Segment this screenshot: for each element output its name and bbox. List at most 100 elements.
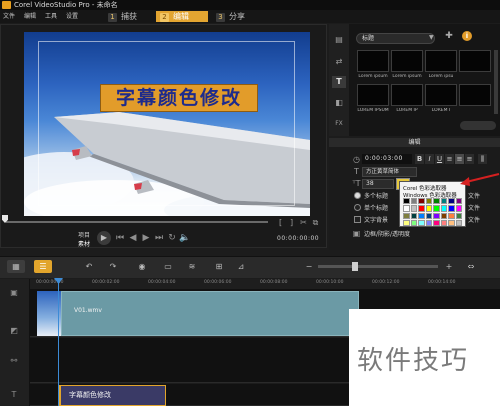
play-button[interactable]: ▶ <box>97 231 111 245</box>
color-swatch[interactable] <box>418 219 425 226</box>
menu-settings[interactable]: 设置 <box>66 10 78 23</box>
title-thumbnail[interactable] <box>391 50 423 72</box>
transition-tab-icon[interactable]: ⇄ <box>332 56 346 68</box>
title-clip[interactable]: 字幕颜色修改 <box>59 385 166 406</box>
playhead[interactable] <box>58 282 59 406</box>
duration-field[interactable]: 0:00:03:00 <box>362 154 412 164</box>
enlarge-preview-icon[interactable]: ⧉ <box>311 218 320 227</box>
text-background-checkbox[interactable] <box>354 216 361 223</box>
color-swatch[interactable] <box>410 205 417 212</box>
track-manager-icon[interactable]: ⊞ <box>210 260 228 273</box>
color-swatch[interactable] <box>440 212 447 219</box>
link-icon[interactable]: ⚯ <box>7 356 21 366</box>
bold-button[interactable]: B <box>415 154 424 164</box>
color-swatch[interactable] <box>433 205 440 212</box>
vertical-text-icon[interactable]: ⫼ <box>478 154 487 164</box>
color-swatch[interactable] <box>448 198 455 205</box>
color-swatch[interactable] <box>455 212 462 219</box>
align-left-icon[interactable]: ≡ <box>445 154 454 164</box>
split-clip-icon[interactable]: ✂ <box>299 218 308 227</box>
italic-button[interactable]: I <box>425 154 434 164</box>
zoom-slider[interactable] <box>460 121 496 130</box>
trim-end-icon[interactable]: ] <box>287 218 296 227</box>
video-track-icon[interactable]: ▣ <box>7 288 21 298</box>
step-share[interactable]: 3 分享 <box>212 11 262 22</box>
graphic-tab-icon[interactable]: ◧ <box>332 97 346 109</box>
color-swatch[interactable] <box>448 219 455 226</box>
title-thumbnail[interactable] <box>357 50 389 72</box>
title-track-icon[interactable]: T <box>7 390 21 400</box>
zoom-slider-handle[interactable] <box>352 262 358 271</box>
storyboard-view-button[interactable]: ▦ <box>7 260 25 273</box>
color-swatch[interactable] <box>403 205 410 212</box>
color-swatch[interactable] <box>403 219 410 226</box>
border-shadow-label[interactable]: 边框/阴影/透明度 <box>364 229 410 238</box>
scrub-bar[interactable] <box>6 221 268 223</box>
fit-project-icon[interactable]: ⇔ <box>462 260 480 273</box>
options-tab-edit[interactable]: 编辑 <box>329 138 500 147</box>
title-caption[interactable]: 字幕颜色修改 <box>100 84 258 112</box>
title-thumbnail[interactable] <box>357 84 389 106</box>
repeat-icon[interactable]: ↻ <box>166 232 178 244</box>
single-title-radio[interactable] <box>354 204 361 211</box>
menu-edit[interactable]: 编辑 <box>24 10 36 23</box>
align-center-icon[interactable]: ≡ <box>455 154 464 164</box>
color-swatch[interactable] <box>433 198 440 205</box>
timeline-zoom-slider[interactable] <box>318 265 438 268</box>
overlay-track-icon[interactable]: ◩ <box>7 326 21 336</box>
redo-icon[interactable]: ↷ <box>104 260 122 273</box>
media-tab-icon[interactable]: ▤ <box>332 34 346 46</box>
color-swatch[interactable] <box>448 205 455 212</box>
color-swatch[interactable] <box>455 219 462 226</box>
timeline-view-button[interactable]: ☰ <box>34 260 52 273</box>
preview-canvas[interactable]: 字幕颜色修改 <box>24 32 310 216</box>
mode-project[interactable]: 项目 <box>78 230 90 239</box>
mark-icon[interactable]: ⊿ <box>232 260 250 273</box>
color-swatch[interactable] <box>433 219 440 226</box>
title-thumbnail[interactable] <box>391 84 423 106</box>
title-thumbnail[interactable] <box>425 84 457 106</box>
color-swatch[interactable] <box>410 219 417 226</box>
step-edit[interactable]: 2 编辑 <box>156 11 208 22</box>
color-swatch[interactable] <box>425 212 432 219</box>
zoom-out-icon[interactable]: − <box>300 260 318 273</box>
title-thumbnail[interactable] <box>459 50 491 72</box>
info-icon[interactable]: i <box>462 31 472 41</box>
color-swatch[interactable] <box>425 219 432 226</box>
color-swatch[interactable] <box>440 198 447 205</box>
mixer-icon[interactable]: ▭ <box>159 260 177 273</box>
color-swatch[interactable] <box>418 205 425 212</box>
menu-file[interactable]: 文件 <box>3 10 15 23</box>
color-swatch[interactable] <box>410 212 417 219</box>
color-swatch[interactable] <box>418 212 425 219</box>
align-right-icon[interactable]: ≡ <box>465 154 474 164</box>
fx-tab-icon[interactable]: FX <box>332 118 346 130</box>
color-swatch[interactable] <box>455 198 462 205</box>
prev-frame-icon[interactable]: ◀ <box>127 232 139 244</box>
multi-title-radio[interactable] <box>354 192 361 199</box>
end-icon[interactable]: ⏭ <box>153 232 165 244</box>
title-tab-icon[interactable]: T <box>332 76 346 88</box>
zoom-in-icon[interactable]: + <box>440 260 458 273</box>
underline-button[interactable]: U <box>435 154 444 164</box>
color-swatch[interactable] <box>410 198 417 205</box>
mode-clip[interactable]: 素材 <box>78 239 90 248</box>
volume-icon[interactable]: 🔈 <box>179 232 191 244</box>
library-scrollbar[interactable] <box>494 50 498 114</box>
undo-icon[interactable]: ↶ <box>80 260 98 273</box>
library-category-select[interactable]: 标题 <box>356 33 435 44</box>
color-swatch[interactable] <box>448 212 455 219</box>
font-select[interactable]: 方正黄草简体 <box>362 167 417 177</box>
color-swatch[interactable] <box>403 212 410 219</box>
color-swatch[interactable] <box>425 198 432 205</box>
home-icon[interactable]: ⏮ <box>114 232 126 244</box>
color-swatch[interactable] <box>440 205 447 212</box>
font-size-select[interactable]: 38 <box>362 179 394 189</box>
preview-timecode[interactable]: 00:00:00:00 <box>277 235 319 242</box>
color-swatch[interactable] <box>455 205 462 212</box>
title-thumbnail[interactable] <box>425 50 457 72</box>
title-thumbnail[interactable] <box>459 84 491 106</box>
color-swatch[interactable] <box>418 198 425 205</box>
add-to-library-icon[interactable]: ✚ <box>443 31 455 43</box>
trim-start-icon[interactable]: [ <box>276 218 285 227</box>
